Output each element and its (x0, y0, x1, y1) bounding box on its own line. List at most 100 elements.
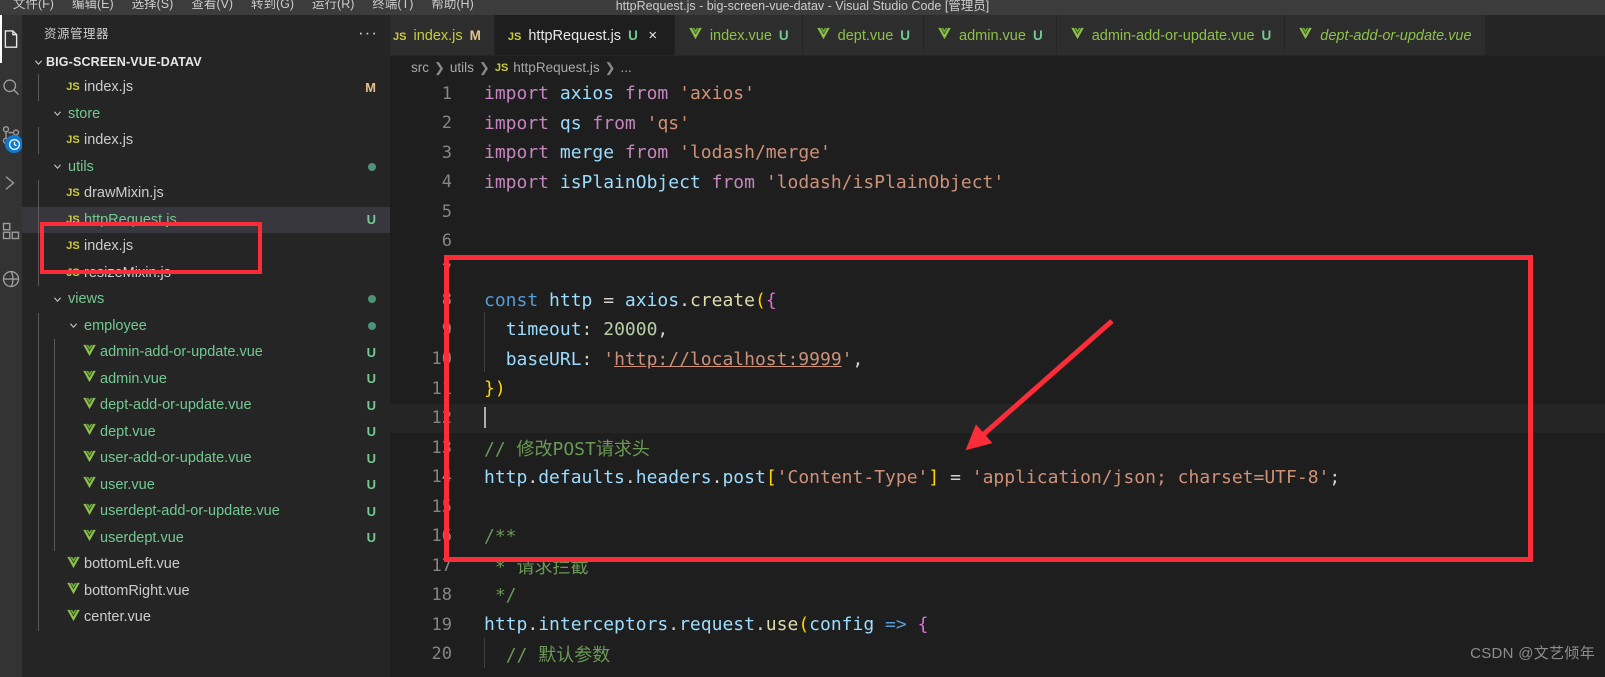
tree-item-admin-add-or-update-vue[interactable]: admin-add-or-update.vue U (22, 339, 390, 366)
code-line-10[interactable]: 10 baseURL: 'http://localhost:9999', (390, 341, 1605, 375)
menu-run[interactable]: 运行(R) (303, 0, 363, 15)
menu-selection[interactable]: 选择(S) (123, 0, 183, 15)
activitybar-extensions[interactable] (0, 207, 22, 255)
editor-tab-dept-add-or-update-vue[interactable]: dept-add-or-update.vue (1285, 15, 1486, 55)
chevron-down-icon (30, 54, 46, 70)
tree-item-employee[interactable]: employee (22, 312, 390, 339)
tree-item-resizemixin-js[interactable]: JS resizeMixin.js (22, 259, 390, 286)
tree-item-bottomright-vue[interactable]: bottomRight.vue (22, 577, 390, 604)
tree-item-label: userdept.vue (100, 529, 184, 546)
js-file-icon: JS (66, 134, 80, 147)
tree-item-views[interactable]: views (22, 286, 390, 313)
editor-tab-dept-vue[interactable]: dept.vue U (802, 15, 925, 55)
indent-guide (54, 339, 55, 366)
menu-file[interactable]: 文件(F) (4, 0, 63, 15)
more-actions-icon[interactable]: ··· (358, 24, 378, 41)
code-line-11[interactable]: 11}) (390, 374, 1605, 404)
code-line-2[interactable]: 2 import qs from 'qs' (390, 109, 1605, 139)
git-status-badge: U (366, 344, 376, 360)
indent-guide (38, 524, 39, 551)
tree-item-index-js[interactable]: JS index.js M (22, 74, 390, 101)
editor-tab-label: admin.vue (959, 27, 1026, 44)
git-status-badge: U (366, 450, 376, 466)
editor-tab-index-js[interactable]: JS index.js M (390, 15, 495, 55)
activitybar-search[interactable] (0, 63, 22, 111)
tree-item-httprequest-js[interactable]: JS httpRequest.js U (22, 206, 390, 233)
menu-help[interactable]: 帮助(H) (422, 0, 482, 15)
tree-item-center-vue[interactable]: center.vue (22, 604, 390, 631)
tree-item-dept-vue[interactable]: dept.vue U (22, 418, 390, 445)
tree-item-index-js[interactable]: JS index.js (22, 233, 390, 260)
tree-item-label: user.vue (100, 476, 155, 493)
code-line-12[interactable]: 12 (390, 404, 1605, 434)
breadcrumb-item-symbol[interactable]: ... (621, 60, 632, 75)
workspace-folder-header[interactable]: BIG-SCREEN-VUE-DATAV (22, 50, 390, 74)
code-line-6[interactable]: 6 (390, 227, 1605, 257)
tree-item-utils[interactable]: utils (22, 154, 390, 181)
tree-item-drawmixin-js[interactable]: JS drawMixin.js (22, 180, 390, 207)
indent-guide (38, 206, 39, 233)
breadcrumb-item-src[interactable]: src (411, 60, 429, 75)
vue-file-icon (1298, 26, 1313, 45)
activitybar-remote-explorer[interactable] (0, 255, 22, 303)
menu-go[interactable]: 转到(G) (242, 0, 303, 15)
close-icon[interactable]: × (645, 27, 661, 44)
editor-tab-index-vue[interactable]: index.vue U (674, 15, 803, 55)
code-line-20[interactable]: 20 // 默认参数 (390, 638, 1605, 670)
activitybar-source-control[interactable] (0, 111, 23, 159)
tree-item-dept-add-or-update-vue[interactable]: dept-add-or-update.vue U (22, 392, 390, 419)
activity-bar (0, 15, 23, 677)
tree-item-index-js[interactable]: JS index.js (22, 127, 390, 154)
menu-bar[interactable]: 文件(F) 编辑(E) 选择(S) 查看(V) 转到(G) 运行(R) 终端(T… (0, 0, 483, 15)
menu-edit[interactable]: 编辑(E) (63, 0, 123, 15)
code-line-18[interactable]: 18 */ (390, 581, 1605, 611)
line-number: 20 (431, 644, 452, 665)
line-number: 1 (441, 83, 452, 104)
breadcrumb-item-file[interactable]: httpRequest.js (513, 60, 599, 75)
code-line-13[interactable]: 13 // 修改POST请求头 (390, 433, 1605, 463)
breadcrumb-item-utils[interactable]: utils (450, 60, 474, 75)
title-bar: 文件(F) 编辑(E) 选择(S) 查看(V) 转到(G) 运行(R) 终端(T… (0, 0, 1605, 15)
indent-guide (54, 498, 55, 525)
menu-view[interactable]: 查看(V) (182, 0, 242, 15)
watermark: CSDN @文艺倾年 (1470, 645, 1595, 662)
js-file-icon: JS (66, 187, 80, 200)
line-number: 19 (431, 614, 452, 635)
js-file-icon: JS (507, 30, 522, 43)
code-line-9[interactable]: 9 timeout: 20000, (390, 312, 1605, 345)
tree-item-user-vue[interactable]: user.vue U (22, 471, 390, 498)
explorer-actions[interactable]: ··· (358, 24, 378, 41)
activitybar-run-debug[interactable] (0, 159, 22, 207)
code-line-4[interactable]: 4 import isPlainObject from 'lodash/isPla… (390, 168, 1605, 198)
code-line-15[interactable]: 15 (390, 492, 1605, 522)
chevron-right-icon: ❯ (604, 59, 616, 75)
code-line-14[interactable]: 14 http.defaults.headers.post['Content-Ty… (390, 463, 1605, 493)
code-line-1[interactable]: 1 import axios from 'axios' (390, 79, 1605, 109)
menu-terminal[interactable]: 终端(T) (363, 0, 422, 15)
tree-item-admin-vue[interactable]: admin.vue U (22, 365, 390, 392)
tree-item-store[interactable]: store (22, 101, 390, 128)
breadcrumb[interactable]: src ❯ utils ❯ JS httpRequest.js ❯ ... (390, 56, 1605, 79)
code-line-5[interactable]: 5 (390, 197, 1605, 227)
editor-tab-httprequest-js[interactable]: JS httpRequest.js U × (494, 15, 675, 55)
editor-tab-label: index.js (413, 27, 463, 44)
editor-tab-admin-vue[interactable]: admin.vue U (924, 15, 1057, 55)
code-line-19[interactable]: 19 http.interceptors.request.use(config =… (390, 610, 1605, 640)
code-editor[interactable]: 1 import axios from 'axios' 2 import qs fro… (390, 79, 1605, 677)
file-tree[interactable]: JS index.js Mstore JS index.js utils JS drawMix… (22, 74, 390, 677)
vue-file-icon (82, 502, 97, 521)
tree-item-userdept-vue[interactable]: userdept.vue U (22, 524, 390, 551)
tree-item-user-add-or-update-vue[interactable]: user-add-or-update.vue U (22, 445, 390, 472)
tree-item-userdept-add-or-update-vue[interactable]: userdept-add-or-update.vue U (22, 498, 390, 525)
code-line-8[interactable]: 8 const http = axios.create({ (390, 286, 1605, 316)
vue-file-icon (816, 26, 831, 45)
code-line-7[interactable]: 7 (390, 256, 1605, 286)
tree-item-bottomleft-vue[interactable]: bottomLeft.vue (22, 551, 390, 578)
code-line-16[interactable]: 16 /** (390, 522, 1605, 552)
code-line-17[interactable]: 17 * 请求拦截 (390, 551, 1605, 581)
code-line-3[interactable]: 3 import merge from 'lodash/merge' (390, 138, 1605, 168)
chevron-down-icon (49, 291, 65, 307)
activitybar-files-explorer[interactable] (0, 15, 22, 63)
editor-tab-admin-add-or-update-vue[interactable]: admin-add-or-update.vue U (1056, 15, 1286, 55)
editor-tab-bar[interactable]: JS index.js M JS httpRequest.js U × index.vue Ud… (390, 15, 1605, 56)
